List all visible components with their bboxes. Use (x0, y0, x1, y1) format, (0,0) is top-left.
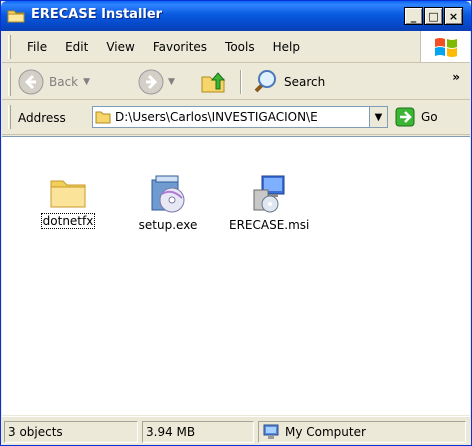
search-button[interactable]: Search (252, 69, 325, 95)
file-label: setup.exe (138, 218, 198, 232)
menu-tools[interactable]: Tools (216, 40, 264, 54)
menu-favorites[interactable]: Favorites (144, 40, 216, 54)
my-computer-icon (263, 424, 279, 439)
magnifier-icon (254, 70, 276, 93)
up-folder-button[interactable] (200, 69, 228, 98)
address-dropdown-button[interactable]: ▼ (369, 107, 387, 127)
menu-help[interactable]: Help (264, 40, 309, 54)
window-title: ERECASE Installer (31, 7, 163, 22)
go-button[interactable]: Go (395, 107, 438, 127)
address-input[interactable]: D:\Users\Carlos\INVESTIGACION\E ▼ (92, 106, 388, 128)
maximize-button[interactable]: □ (424, 7, 443, 25)
toolbar-grip[interactable] (8, 68, 11, 96)
explorer-window: ERECASE Installer _ □ × File Edit View F… (0, 0, 472, 446)
file-item-setup-exe[interactable]: setup.exe (128, 174, 208, 232)
chevron-down-icon: ▼ (374, 111, 383, 123)
folder-icon (95, 111, 111, 124)
file-label: dotnetfx (40, 213, 96, 229)
close-button[interactable]: × (444, 7, 463, 25)
toolbar-overflow-button[interactable]: » (452, 70, 460, 84)
address-value: D:\Users\Carlos\INVESTIGACION\E (115, 110, 318, 124)
status-object-count: 3 objects (4, 421, 138, 443)
toolbar-grip[interactable] (8, 105, 11, 129)
file-item-dotnetfx[interactable]: dotnetfx (28, 174, 108, 229)
back-button[interactable]: Back ▼ (18, 69, 90, 95)
forward-arrow-icon (138, 69, 164, 95)
msi-installer-icon (253, 175, 285, 213)
title-bar[interactable]: ERECASE Installer _ □ × (1, 1, 471, 31)
address-label: Address (18, 111, 66, 125)
minimize-button[interactable]: _ (404, 7, 423, 25)
caption-buttons: _ □ × (404, 7, 463, 27)
menu-file[interactable]: File (18, 40, 56, 54)
status-bar: 3 objects 3.94 MB My Computer (2, 416, 470, 445)
windows-logo-icon (434, 37, 457, 57)
file-item-erecase-msi[interactable]: ERECASE.msi (228, 174, 310, 232)
go-label: Go (421, 110, 438, 124)
back-arrow-icon (18, 69, 44, 95)
status-zone: My Computer (258, 421, 466, 443)
folder-icon (7, 10, 25, 23)
file-list-area[interactable]: dotnetfx setup.exe ERECASE.msi (2, 136, 470, 415)
folder-icon (50, 180, 86, 208)
search-label: Search (284, 75, 326, 89)
back-label: Back (49, 75, 79, 89)
standard-toolbar: Back ▼ ▼ Search » (2, 64, 470, 100)
menu-edit[interactable]: Edit (56, 40, 97, 54)
size-text: 3.94 MB (146, 425, 196, 439)
toolbar-grip[interactable] (8, 35, 11, 59)
file-label: ERECASE.msi (229, 218, 310, 232)
menu-view[interactable]: View (97, 40, 143, 54)
back-dropdown-icon[interactable]: ▼ (83, 77, 90, 87)
menu-bar: File Edit View Favorites Tools Help (2, 31, 470, 63)
zone-text: My Computer (285, 425, 366, 439)
forward-dropdown-icon[interactable]: ▼ (168, 77, 175, 87)
status-size: 3.94 MB (142, 421, 254, 443)
windows-logo (420, 31, 470, 62)
green-arrow-icon (395, 107, 415, 127)
forward-button[interactable]: ▼ (138, 69, 175, 95)
toolbar-separator (240, 70, 242, 94)
address-bar: Address D:\Users\Carlos\INVESTIGACION\E … (2, 101, 470, 135)
menu-items: File Edit View Favorites Tools Help (18, 40, 309, 54)
setup-exe-icon (151, 175, 185, 213)
object-count-text: 3 objects (8, 425, 63, 439)
folder-up-icon (201, 72, 226, 93)
